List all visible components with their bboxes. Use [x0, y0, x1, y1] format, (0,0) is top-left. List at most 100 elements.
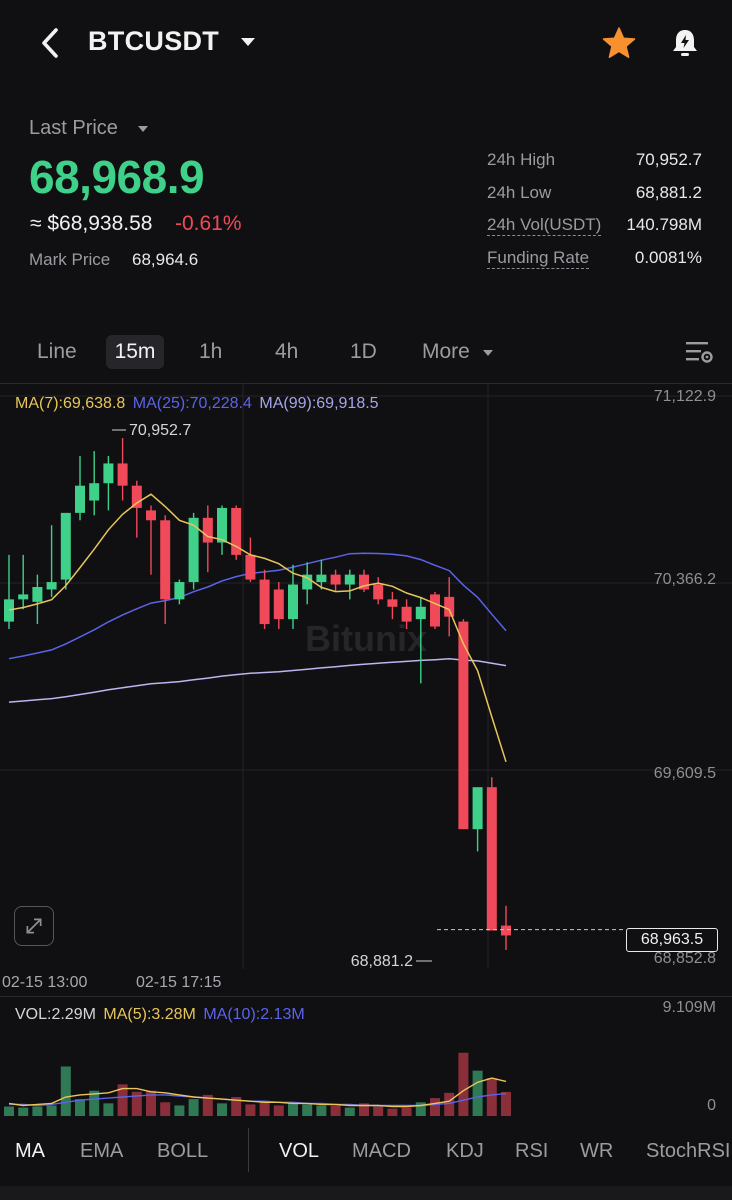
volume-bar [472, 1070, 483, 1116]
volume-bar [288, 1103, 298, 1116]
volume-bar [174, 1105, 185, 1116]
price-change-percent: -0.61% [175, 212, 242, 235]
current-price-tag: 68,963.5 [626, 928, 718, 952]
volume-bar [18, 1107, 29, 1116]
candle-body [245, 554, 256, 580]
volume-bar [344, 1107, 355, 1116]
volume-bar [46, 1105, 57, 1116]
tab-line[interactable]: Line [37, 340, 77, 364]
ma7-legend: MA(7):69,638.8 [15, 395, 126, 412]
candle-body [472, 787, 483, 830]
candle-body [288, 584, 298, 620]
indicator-tab-vol[interactable]: VOL [279, 1140, 319, 1163]
volume-bar [302, 1104, 313, 1116]
stat-24h-vol-value: 140.798M [626, 215, 702, 234]
indicator-tab-wr[interactable]: WR [580, 1140, 613, 1163]
volume-bar [4, 1106, 14, 1116]
volume-bar [217, 1103, 227, 1116]
candle-body [202, 517, 213, 543]
volume-bar [387, 1108, 398, 1116]
candle-body [18, 594, 29, 600]
dropdown-caret-icon[interactable] [240, 36, 256, 48]
volume-bar [486, 1078, 497, 1116]
candle-body [146, 510, 156, 521]
stat-funding-rate-label[interactable]: Funding Rate [487, 248, 590, 269]
indicator-tab-kdj[interactable]: KDJ [446, 1140, 484, 1163]
back-arrow-icon[interactable] [36, 26, 66, 60]
tab-1d[interactable]: 1D [350, 340, 377, 364]
tab-15m-label: 15m [114, 340, 156, 363]
volume-bar [160, 1102, 171, 1116]
low-marker-label: 68,881.2 [351, 953, 413, 969]
more-caret-icon[interactable] [482, 349, 494, 357]
indicator-tab-boll[interactable]: BOLL [157, 1140, 208, 1163]
volume-axis-max: 9.109M [662, 999, 716, 1016]
mark-price-value: 68,964.6 [132, 250, 199, 269]
candle-body [259, 579, 270, 625]
candle-body [458, 621, 469, 830]
volume-bar [245, 1104, 256, 1116]
y-axis-label: 71,122.9 [653, 388, 716, 405]
tab-more[interactable]: More [422, 340, 470, 364]
star-icon[interactable] [601, 26, 637, 60]
header-bar: BTCUSDT [0, 0, 732, 86]
last-price-label[interactable]: Last Price [29, 117, 118, 140]
volume-bar [458, 1052, 469, 1116]
volume-bar [32, 1106, 43, 1116]
indicator-tab-ema[interactable]: EMA [80, 1140, 123, 1163]
candle-body [373, 584, 384, 600]
volume-bar [430, 1098, 440, 1116]
volume-bar [316, 1105, 327, 1116]
volume-bar [60, 1066, 71, 1116]
candle-body [89, 483, 100, 501]
volume-bar [501, 1091, 511, 1116]
y-axis-label: 70,366.2 [653, 571, 716, 588]
volume-bar [373, 1106, 384, 1116]
volume-bar [401, 1107, 412, 1116]
stat-24h-high-label: 24h High [487, 150, 556, 169]
x-axis-label: 02-15 17:15 [136, 974, 222, 991]
chart-settings-icon[interactable] [684, 338, 714, 366]
tab-15m[interactable]: 15m [106, 335, 164, 369]
ma25-legend: MA(25):70,228.4 [132, 395, 252, 412]
indicator-separator [248, 1128, 249, 1172]
tab-1h[interactable]: 1h [199, 340, 222, 364]
stat-24h-low-value: 68,881.2 [635, 183, 702, 202]
last-price-value: 68,968.9 [29, 151, 205, 203]
candle-body [4, 599, 14, 622]
mark-price-label: Mark Price [29, 250, 111, 269]
indicator-tab-rsi[interactable]: RSI [515, 1140, 548, 1163]
expand-chart-icon[interactable] [14, 906, 54, 946]
tab-4h[interactable]: 4h [275, 340, 298, 364]
volume-bar [444, 1092, 455, 1116]
candle-body [273, 589, 284, 620]
candle-body [401, 606, 412, 622]
x-axis-label: 02-15 13:00 [2, 974, 88, 991]
indicator-tab-stochrsi[interactable]: StochRSI [646, 1140, 732, 1163]
candle-body [32, 587, 43, 602]
stat-24h-high-value: 70,952.7 [635, 150, 702, 169]
volume-chart [4, 1052, 511, 1116]
last-price-caret-icon[interactable] [137, 125, 149, 133]
candle-body [217, 507, 227, 543]
indicator-tab-macd[interactable]: MACD [352, 1140, 411, 1163]
indicator-tab-ma[interactable]: MA [15, 1140, 45, 1163]
candle-body [75, 485, 85, 513]
candle-body [103, 463, 114, 484]
volume-bar [75, 1099, 85, 1116]
volume-bar [103, 1103, 114, 1116]
volume-bar [273, 1105, 284, 1116]
ma7-line [8, 493, 507, 763]
stat-24h-low-label: 24h Low [487, 183, 552, 202]
candle-body [387, 599, 398, 607]
volume-bar [259, 1102, 270, 1116]
candle-body [415, 606, 426, 620]
price-alert-bell-icon[interactable] [668, 26, 702, 60]
stat-24h-vol-label[interactable]: 24h Vol(USDT) [487, 215, 602, 236]
candlestick-chart[interactable]: Bitunix 70,952.7 68,881.2 [0, 383, 732, 969]
candle-body [501, 925, 511, 936]
candle-body [174, 582, 185, 600]
symbol-title[interactable]: BTCUSDT [88, 26, 219, 57]
candle-body [46, 582, 57, 590]
bottom-bar [0, 1186, 732, 1200]
